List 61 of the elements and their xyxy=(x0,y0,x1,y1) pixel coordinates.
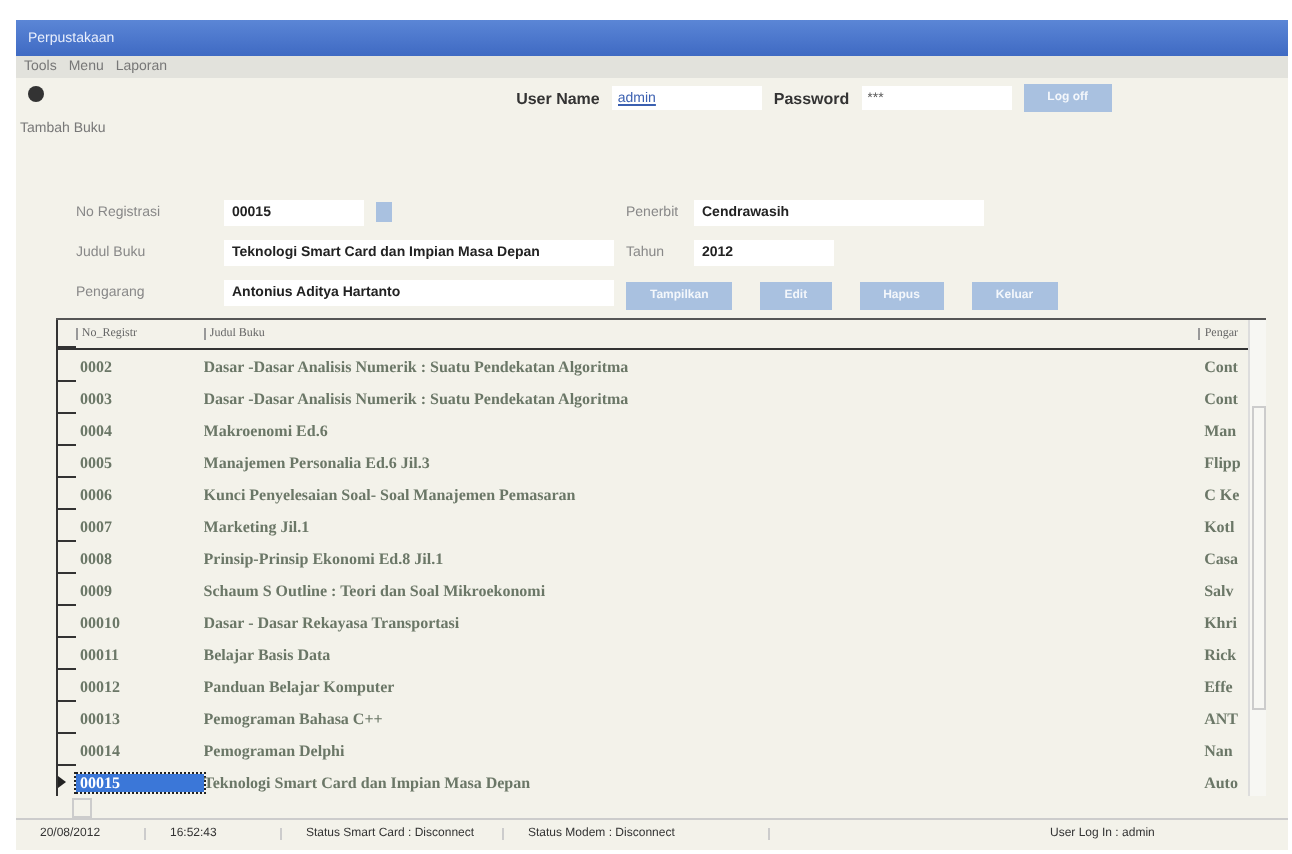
row-indicator[interactable] xyxy=(56,414,76,446)
table-cell-text: Cont xyxy=(1204,389,1240,407)
table-cell-text: Cont xyxy=(1204,357,1240,375)
row-indicator[interactable] xyxy=(56,542,76,574)
table-cell-text: Panduan Belajar Komputer xyxy=(203,677,397,695)
table-cell-text: 0007 xyxy=(77,517,114,535)
row-indicator[interactable] xyxy=(56,478,76,510)
table-cell-text: Effe xyxy=(1204,677,1235,695)
table-cell-text: Man xyxy=(1204,421,1239,439)
table-cell-text: Teknologi Smart Card dan Impian Masa Depan xyxy=(203,773,533,791)
table-cell-text: Manajemen Personalia Ed.6 Jil.3 xyxy=(203,453,432,471)
row-indicator[interactable] xyxy=(56,734,76,766)
row-indicator[interactable] xyxy=(56,382,76,414)
table-cell-text: 0002 xyxy=(77,357,114,375)
row-indicator[interactable] xyxy=(56,510,76,542)
table-cell-text: Makroenomi Ed.6 xyxy=(203,421,330,439)
table-cell-text: ANT xyxy=(1204,709,1240,727)
table-cell-text: Casa xyxy=(1204,549,1240,567)
table-cell-text: Pemograman Bahasa C++ xyxy=(203,709,385,727)
table-cell-text: Marketing Jil.1 xyxy=(203,517,312,535)
table-cell-text: Salv xyxy=(1204,581,1236,599)
table-cell-text: Pemograman Delphi xyxy=(203,741,347,759)
table-cell-text: 0003 xyxy=(77,389,114,407)
row-indicator[interactable] xyxy=(56,638,76,670)
table-cell-text: 00013 xyxy=(77,709,122,727)
field-label: User Name xyxy=(516,89,600,107)
table-cell-text: 00014 xyxy=(77,741,122,759)
row-indicator[interactable] xyxy=(56,574,76,606)
table-cell-text: 00010 xyxy=(77,613,122,631)
table-cell-text: Kotl xyxy=(1204,517,1237,535)
table-cell: 00015 xyxy=(75,773,204,791)
row-indicator[interactable] xyxy=(56,350,76,382)
table-cell-text: Rick xyxy=(1204,645,1239,663)
table-cell-text: Kunci Penyelesaian Soal- Soal Manajemen Pemasaran xyxy=(203,485,578,503)
table-cell-text: Prinsip-Prinsip Ekonomi Ed.8 Jil.1 xyxy=(203,549,446,567)
row-indicator[interactable] xyxy=(56,446,76,478)
row-indicator[interactable] xyxy=(56,702,76,734)
table-cell-text: Auto xyxy=(1204,773,1240,791)
row-indicator[interactable] xyxy=(56,606,76,638)
table-cell-text: Nan xyxy=(1204,741,1235,759)
table-cell-text: Dasar - Dasar Rekayasa Transportasi xyxy=(203,613,462,631)
table-cell-text: 0008 xyxy=(77,549,114,567)
table-cell-text: Schaum S Outline : Teori dan Soal Mikroekonomi xyxy=(203,581,548,599)
table-cell-text: 00011 xyxy=(77,645,122,663)
table-cell-text: 0005 xyxy=(77,453,114,471)
table-cell-text: Belajar Basis Data xyxy=(203,645,333,663)
scroll-thumb[interactable] xyxy=(1252,406,1266,710)
circle-icon xyxy=(28,86,44,102)
row-indicator[interactable] xyxy=(56,670,76,702)
table-cell-text: Khri xyxy=(1204,613,1240,631)
vertical-scrollbar[interactable] xyxy=(1248,320,1266,796)
table-cell-text: 0009 xyxy=(77,581,114,599)
scroll-thumb[interactable] xyxy=(72,797,92,817)
table-cell-text: Dasar -Dasar Analisis Numerik : Suatu Pendekatan Algoritma xyxy=(203,389,631,407)
table-cell-text: C Ke xyxy=(1204,485,1242,503)
table-cell-text: Dasar -Dasar Analisis Numerik : Suatu Pendekatan Algoritma xyxy=(203,357,631,375)
table-cell-text: 0004 xyxy=(77,421,114,439)
field-label: Password xyxy=(773,89,850,107)
table-cell-text: 00012 xyxy=(77,677,122,695)
table-cell-text: Flipp xyxy=(1204,453,1243,471)
table-cell-text: 0006 xyxy=(77,485,114,503)
